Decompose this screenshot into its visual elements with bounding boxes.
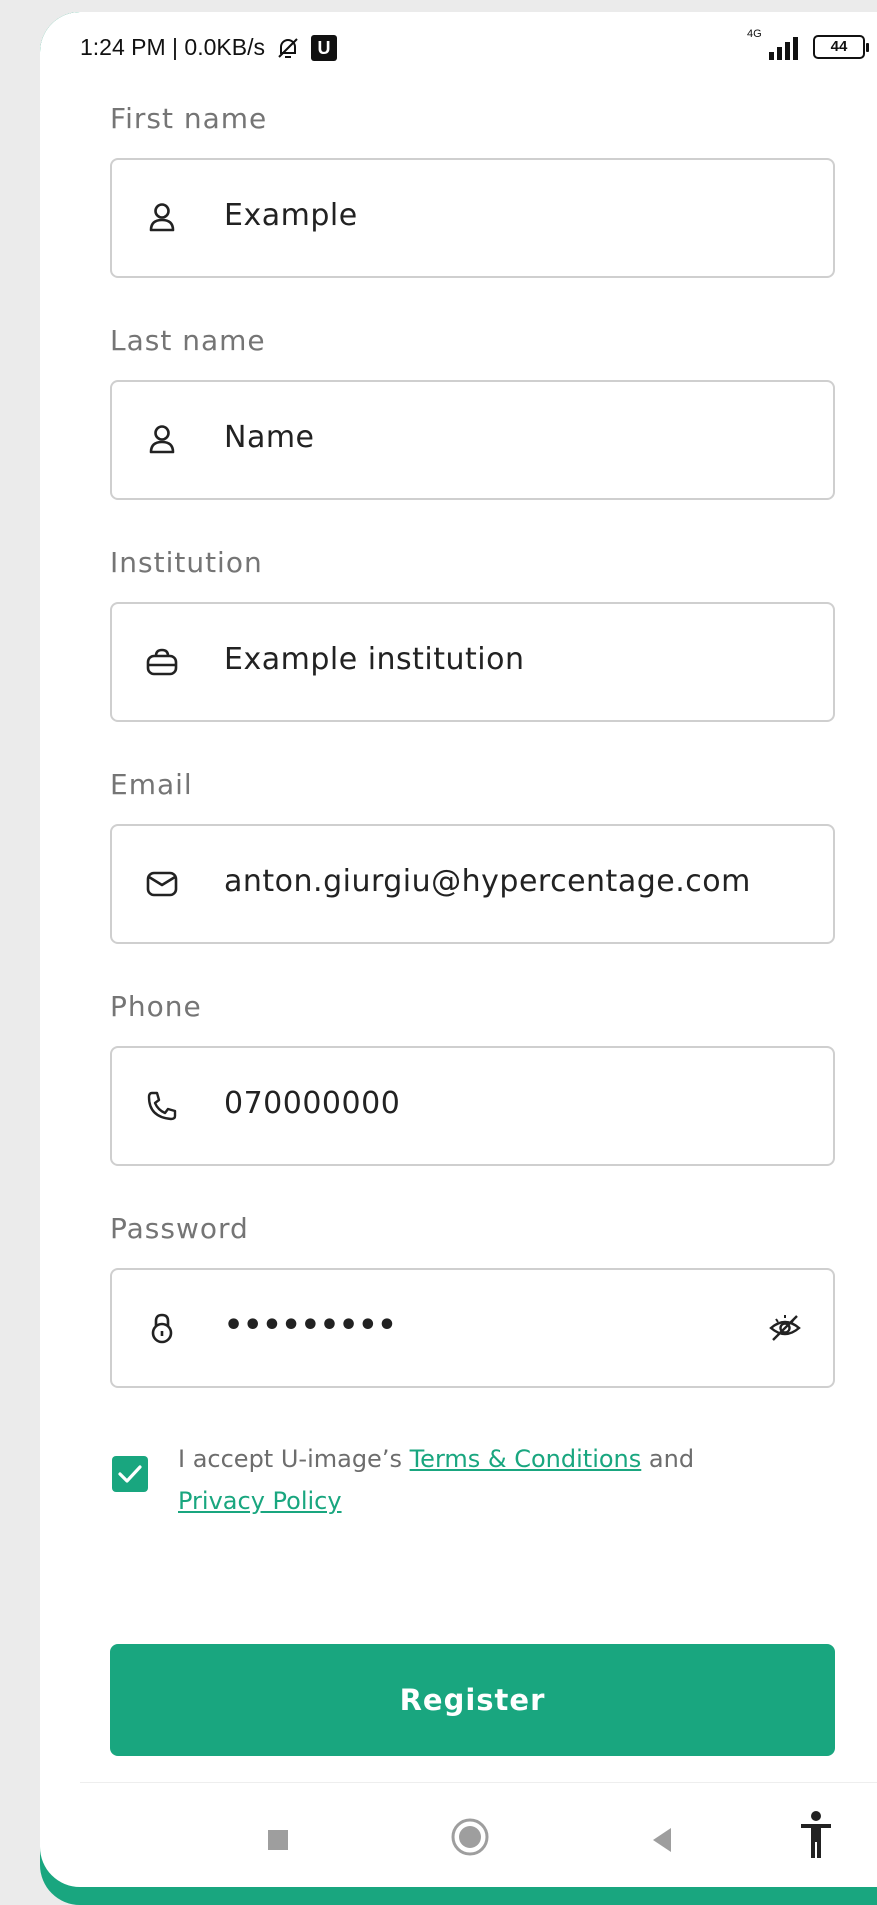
back-icon[interactable] bbox=[653, 1828, 671, 1852]
battery-icon: 44 bbox=[813, 35, 869, 59]
network-type: 4G bbox=[747, 28, 762, 40]
last-name-field[interactable]: Name bbox=[110, 380, 835, 500]
password-field[interactable]: ••••••••• bbox=[110, 1268, 835, 1388]
briefcase-icon bbox=[146, 648, 178, 676]
signal-icon: 4G bbox=[747, 28, 805, 62]
recents-icon[interactable] bbox=[268, 1830, 288, 1850]
person-icon bbox=[149, 203, 175, 232]
status-time: 1:24 PM | 0.0KB/s bbox=[80, 34, 265, 60]
terms-link[interactable]: Terms & Conditions bbox=[410, 1445, 642, 1473]
muted-alarm-icon bbox=[278, 37, 298, 58]
last-name-value: Name bbox=[224, 420, 315, 455]
app-badge: U bbox=[310, 34, 337, 61]
nav-divider bbox=[80, 1782, 877, 1783]
checkmark-icon bbox=[118, 1465, 142, 1483]
home-icon[interactable] bbox=[451, 1818, 489, 1856]
status-bar: 1:24 PM | 0.0KB/s U 4G 44 bbox=[40, 12, 877, 84]
institution-field[interactable]: Example institution bbox=[110, 602, 835, 722]
institution-label: Institution bbox=[110, 546, 263, 579]
status-right: 4G 44 bbox=[747, 28, 869, 62]
password-label: Password bbox=[110, 1212, 249, 1245]
phone-field[interactable]: 070000000 bbox=[110, 1046, 835, 1166]
navigation-bar bbox=[40, 1784, 877, 1884]
person-icon bbox=[149, 425, 175, 454]
screen: 1:24 PM | 0.0KB/s U 4G 44 First name Exa… bbox=[40, 12, 877, 1887]
eye-off-icon[interactable] bbox=[767, 1310, 803, 1346]
institution-value: Example institution bbox=[224, 642, 525, 677]
accessibility-icon[interactable] bbox=[798, 1810, 834, 1860]
email-field[interactable]: anton.giurgiu@hypercentage.com bbox=[110, 824, 835, 944]
email-label: Email bbox=[110, 768, 193, 801]
register-button[interactable]: Register bbox=[110, 1644, 835, 1756]
status-left: 1:24 PM | 0.0KB/s U bbox=[80, 34, 337, 61]
terms-middle: and bbox=[641, 1445, 695, 1473]
phone-label: Phone bbox=[110, 990, 202, 1023]
first-name-field[interactable]: Example bbox=[110, 158, 835, 278]
terms-prefix: I accept U-image’s bbox=[178, 1445, 410, 1473]
last-name-label: Last name bbox=[110, 324, 266, 357]
terms-text: I accept U-image’s Terms & Conditions an… bbox=[178, 1438, 818, 1522]
phone-icon bbox=[147, 1091, 177, 1121]
first-name-label: First name bbox=[110, 102, 268, 135]
email-value: anton.giurgiu@hypercentage.com bbox=[224, 864, 751, 899]
password-value: ••••••••• bbox=[224, 1308, 397, 1343]
lock-icon bbox=[151, 1313, 173, 1344]
phone-frame: 1:24 PM | 0.0KB/s U 4G 44 First name Exa… bbox=[40, 12, 877, 1905]
first-name-value: Example bbox=[224, 198, 358, 233]
terms-row: I accept U-image’s Terms & Conditions an… bbox=[110, 1438, 835, 1528]
terms-checkbox[interactable] bbox=[112, 1456, 148, 1492]
phone-value: 070000000 bbox=[224, 1086, 401, 1121]
envelope-icon bbox=[146, 871, 178, 897]
privacy-link[interactable]: Privacy Policy bbox=[178, 1487, 342, 1515]
